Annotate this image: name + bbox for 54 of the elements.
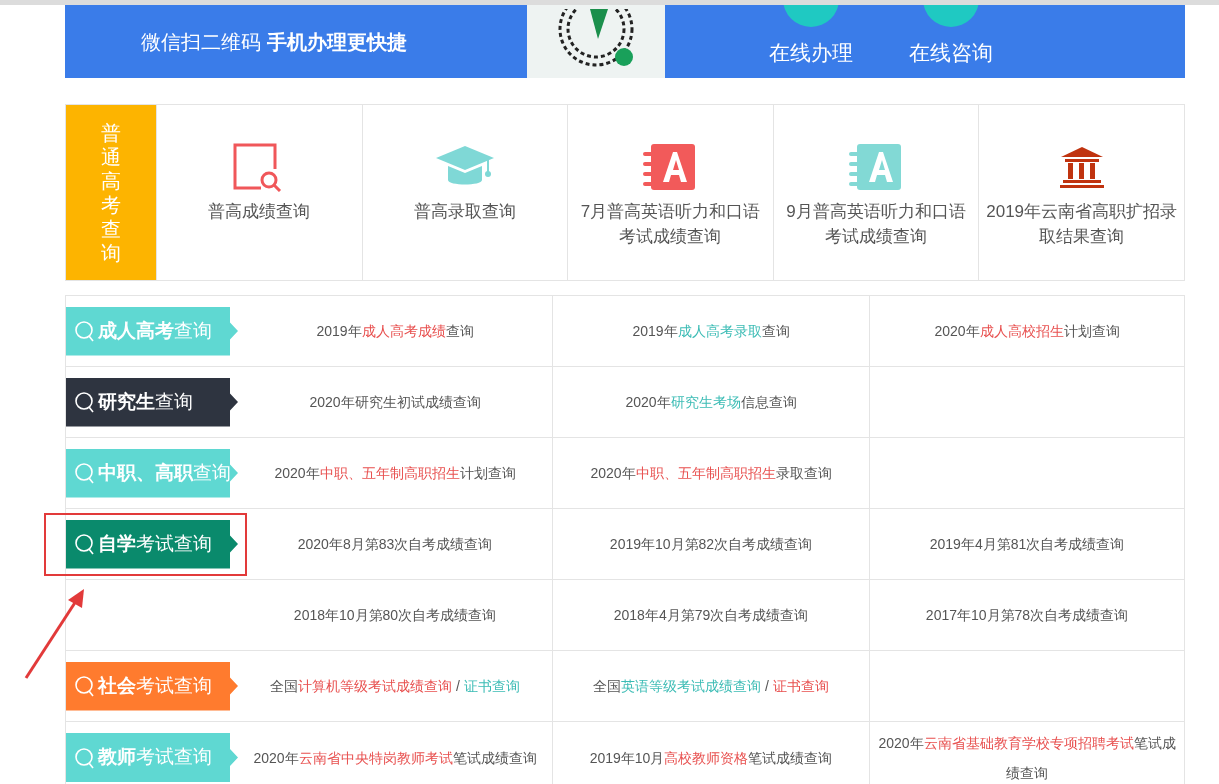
- query-tile-label: 普高录取查询: [412, 201, 517, 223]
- query-link[interactable]: 高校教师资格: [664, 749, 749, 766]
- search-icon: [74, 391, 94, 413]
- query-link-text: 2020年中职、五年制高职招生录取查询: [590, 464, 832, 483]
- query-link-text: 2020年中职、五年制高职招生计划查询: [274, 464, 516, 483]
- query-link[interactable]: 云南省基础教育学校专项招聘考试: [923, 734, 1134, 751]
- category-tag[interactable]: 社会考试查询: [66, 661, 238, 711]
- query-tile[interactable]: 普高成绩查询: [156, 105, 362, 280]
- query-link[interactable]: 中职、五年制高职招生: [319, 465, 460, 481]
- query-link-text: 2020年云南省中央特岗教师考试笔试成绩查询: [253, 748, 537, 768]
- search-icon: [74, 533, 94, 555]
- query-link-text: 全国英语等级考试成绩查询 / 证书查询: [593, 677, 829, 696]
- query-tile-label: 普高成绩查询: [207, 201, 312, 223]
- query-tile[interactable]: 2019年云南省高职扩招录取结果查询: [978, 105, 1184, 280]
- query-link-text: 2019年10月第82次自考成绩查询: [609, 535, 813, 554]
- query-link-text: 2019年4月第81次自考成绩查询: [929, 535, 1125, 554]
- category-tag[interactable]: 自学考试查询: [66, 519, 238, 569]
- query-link[interactable]: 中职、五年制高职招生: [635, 465, 776, 481]
- category-label: 普通高考查询: [66, 105, 156, 280]
- query-link[interactable]: 计算机等级考试成绩查询: [298, 678, 453, 694]
- query-tile-label: 9月普高英语听力和口语考试成绩查询: [785, 201, 967, 248]
- query-link-text: 2019年成人高考成绩查询: [316, 322, 474, 341]
- query-tile-label: 2019年云南省高职扩招录取结果查询: [985, 201, 1179, 248]
- query-link-text: 2020年云南省基础教育学校专项招聘考试笔试成绩查询: [877, 733, 1177, 783]
- query-link-text: 2020年8月第83次自考成绩查询: [297, 535, 493, 554]
- query-tile-label: 7月普高英语听力和口语考试成绩查询: [579, 201, 762, 248]
- query-link-text: 全国计算机等级考试成绩查询 / 证书查询: [270, 677, 520, 696]
- search-icon: [74, 320, 94, 342]
- search-icon: [74, 746, 94, 769]
- query-link[interactable]: 研究生考场: [670, 394, 741, 410]
- query-link-text: 2020年研究生初试成绩查询: [309, 393, 481, 412]
- query-link[interactable]: 成人高校招生: [979, 323, 1064, 339]
- banner-slogan: 微信扫二维码 手机办理更快捷: [141, 29, 407, 55]
- query-link-text: 2018年4月第79次自考成绩查询: [613, 606, 809, 625]
- query-link-text: 2019年10月 高校教师资格笔试成绩查询: [589, 748, 833, 768]
- query-link-text: 2020年成人高校招生计划查询: [934, 322, 1120, 341]
- search-icon: [74, 675, 94, 697]
- query-link-text: 2020年研究生考场信息查询: [625, 393, 797, 412]
- query-link[interactable]: 成人高考成绩: [361, 323, 446, 339]
- query-tile[interactable]: 7月普高英语听力和口语考试成绩查询: [567, 105, 773, 280]
- online-action-button[interactable]: 在线办理: [768, 5, 853, 78]
- query-link[interactable]: 证书查询: [463, 678, 520, 694]
- category-tag[interactable]: 研究生查询: [66, 377, 238, 427]
- query-link[interactable]: 成人高考录取: [677, 323, 762, 339]
- search-icon: [74, 462, 94, 484]
- query-tile[interactable]: 普高录取查询: [361, 105, 568, 280]
- query-link[interactable]: 英语等级考试成绩查询: [621, 678, 762, 694]
- query-link-text: 2019年成人高考录取查询: [632, 322, 790, 341]
- query-link-text: 2018年10月第80次自考成绩查询: [293, 606, 497, 625]
- online-action-button[interactable]: 在线咨询: [908, 5, 993, 78]
- query-link[interactable]: 证书查询: [772, 678, 829, 694]
- query-link-text: 2017年10月第78次自考成绩查询: [925, 606, 1129, 625]
- query-link[interactable]: 云南省中央特岗教师考试: [298, 749, 453, 766]
- query-tile[interactable]: 9月普高英语听力和口语考试成绩查询: [772, 105, 979, 280]
